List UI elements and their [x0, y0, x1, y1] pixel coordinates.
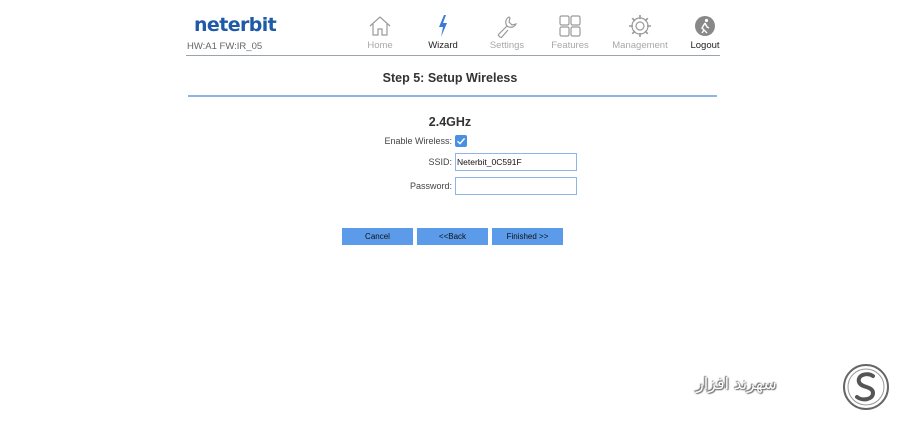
title-divider	[188, 95, 717, 97]
password-label: Password:	[409, 181, 452, 191]
lightning-icon	[439, 15, 447, 37]
nav-features[interactable]: Features	[535, 10, 605, 54]
home-icon	[369, 16, 391, 36]
back-button[interactable]: <<Back	[417, 228, 488, 245]
enable-wireless-label: Enable Wireless:	[384, 136, 452, 146]
nav-management[interactable]: Management	[605, 10, 675, 54]
finished-button[interactable]: Finished >>	[492, 228, 563, 245]
nav-logout[interactable]: Logout	[670, 10, 740, 54]
checkmark-icon	[457, 137, 466, 145]
grid-icon	[559, 15, 581, 37]
cancel-button[interactable]: Cancel	[342, 228, 413, 245]
nav-settings[interactable]: Settings	[472, 10, 542, 54]
nav-logout-label: Logout	[690, 40, 720, 51]
password-input[interactable]	[455, 177, 577, 195]
s-logo-icon	[843, 364, 889, 410]
nav-wizard[interactable]: Wizard	[408, 10, 478, 54]
logout-icon	[695, 16, 715, 36]
ssid-input[interactable]	[455, 153, 577, 171]
page-title: Step 5: Setup Wireless	[382, 71, 518, 85]
ssid-label: SSID:	[428, 157, 452, 167]
hw-fw-version: HW:A1 FW:IR_05	[187, 41, 263, 52]
nav-home[interactable]: Home	[345, 10, 415, 54]
nav-management-label: Management	[612, 40, 668, 51]
header-divider	[186, 55, 720, 56]
nav-home-label: Home	[367, 40, 393, 51]
nav-wizard-label: Wizard	[428, 40, 458, 51]
neterbit-logo: neterbit	[194, 14, 277, 36]
band-title: 2.4GHz	[428, 115, 472, 129]
watermark: سهرند افزار	[696, 362, 892, 414]
wrench-icon	[497, 16, 518, 38]
nav-features-label: Features	[551, 40, 589, 51]
gear-icon	[629, 15, 651, 37]
enable-wireless-checkbox[interactable]	[455, 135, 467, 147]
watermark-text: سهرند افزار	[696, 374, 777, 393]
nav-settings-label: Settings	[489, 40, 525, 51]
